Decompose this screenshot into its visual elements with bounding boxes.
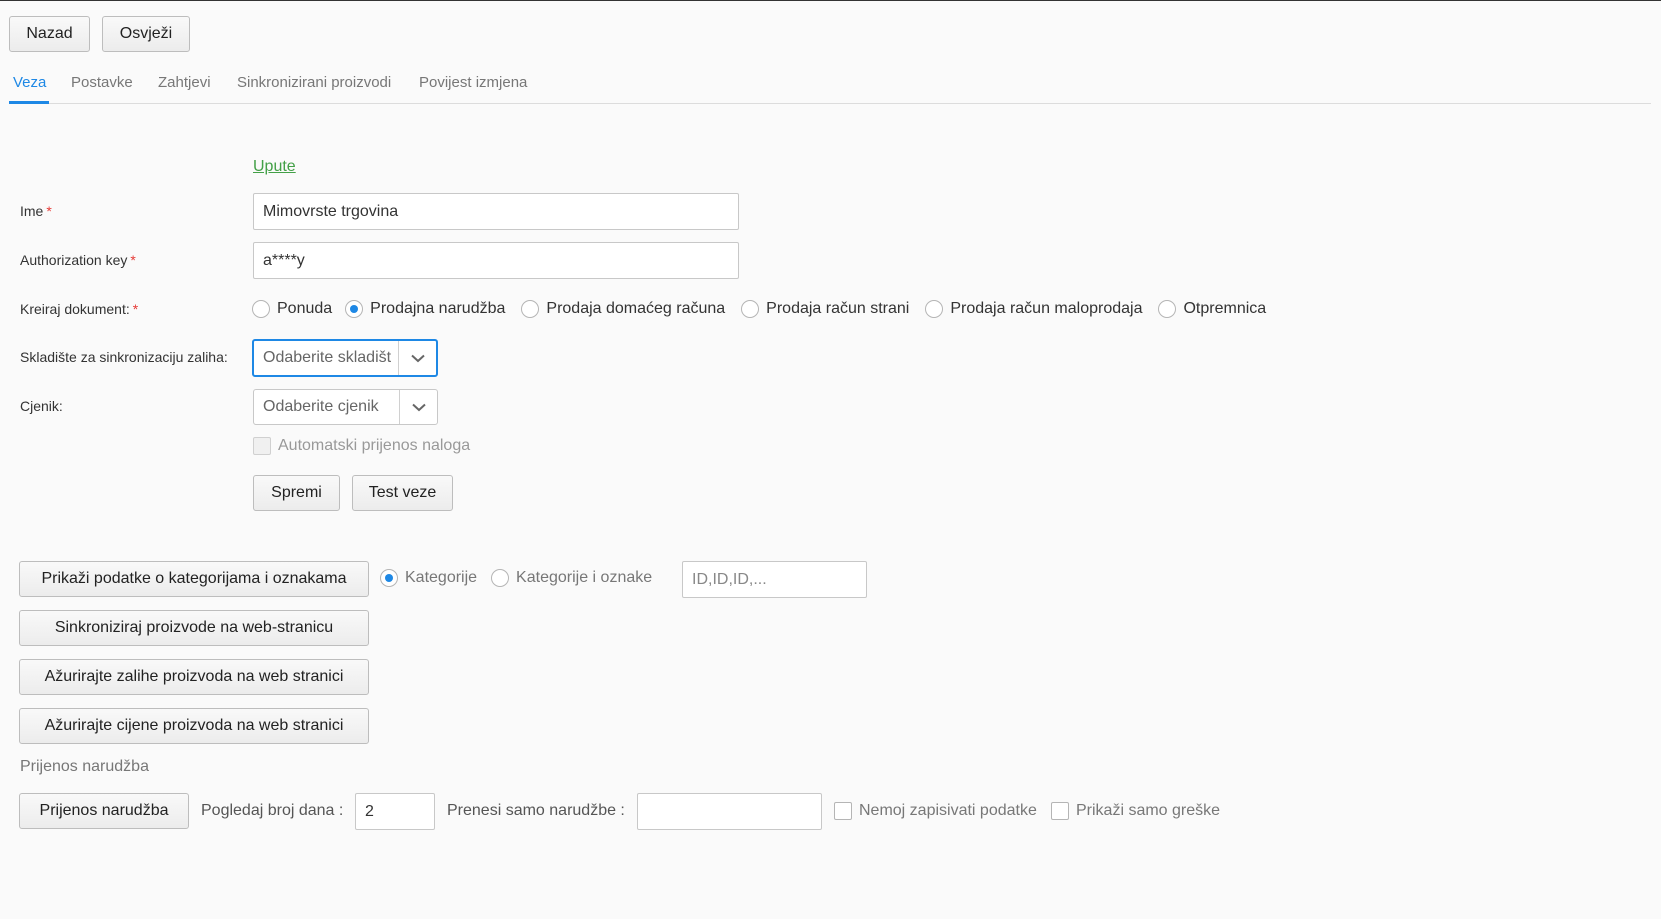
required-marker: * <box>132 301 139 317</box>
document-type-radios: Ponuda Prodajna narudžba Prodaja domaćeg… <box>252 300 1266 318</box>
radio-label: Prodaja domaćeg računa <box>546 300 726 317</box>
warehouse-select[interactable]: Odaberite skladišt <box>252 339 438 377</box>
tab-veza[interactable]: Veza <box>13 74 46 91</box>
sync-products-button[interactable]: Sinkroniziraj proizvode na web-stranicu <box>19 610 369 646</box>
update-prices-button[interactable]: Ažurirajte cijene proizvoda na web stran… <box>19 708 369 744</box>
radio-label: Ponuda <box>277 300 333 317</box>
radio-prodaja-racun-strani[interactable]: Prodaja račun strani <box>741 300 909 318</box>
radio-label: Prodajna narudžba <box>370 300 506 317</box>
radio-circle-icon <box>252 300 270 318</box>
test-connection-button[interactable]: Test veze <box>352 475 453 511</box>
active-tab-indicator <box>9 101 49 104</box>
required-marker: * <box>130 252 136 268</box>
no-write-label: Nemoj zapisivati podatke <box>859 802 1037 819</box>
days-input[interactable]: 2 <box>355 793 435 830</box>
warehouse-select-value: Odaberite skladišt <box>263 349 392 366</box>
radio-label: Kategorije i oznake <box>516 569 653 586</box>
radio-label: Prodaja račun strani <box>766 300 910 317</box>
refresh-button[interactable]: Osvježi <box>102 16 190 52</box>
ids-input[interactable]: ID,ID,ID,... <box>682 561 867 598</box>
required-marker: * <box>46 203 52 219</box>
category-mode-radios: Kategorije Kategorije i oznake <box>380 569 652 587</box>
tab-postavke[interactable]: Postavke <box>71 74 133 91</box>
only-orders-label: Prenesi samo narudžbe : <box>447 802 625 819</box>
no-write-checkbox-row[interactable]: Nemoj zapisivati podatke <box>834 802 1037 820</box>
auto-transfer-checkbox-row[interactable]: Automatski prijenos naloga <box>253 437 470 455</box>
document-type-label: Kreiraj dokument: * <box>20 301 139 317</box>
radio-circle-icon <box>521 300 540 318</box>
show-categories-button[interactable]: Prikaži podatke o kategorijama i oznakam… <box>19 561 369 597</box>
name-input[interactable]: Mimovrste trgovina <box>253 193 739 230</box>
top-border <box>0 0 1661 1</box>
only-orders-input[interactable] <box>637 793 822 830</box>
chevron-down-icon <box>398 341 436 375</box>
radio-selected-icon <box>345 300 364 318</box>
radio-kategorije[interactable]: Kategorije <box>380 569 477 587</box>
radio-label: Kategorije <box>405 569 478 586</box>
back-button[interactable]: Nazad <box>9 16 90 52</box>
days-label: Pogledaj broj dana : <box>201 802 344 819</box>
radio-circle-icon <box>741 300 760 318</box>
pricelist-select-value: Odaberite cjenik <box>263 398 379 415</box>
radio-circle-icon <box>491 569 510 587</box>
order-transfer-button[interactable]: Prijenos narudžba <box>19 793 189 829</box>
radio-otpremnica[interactable]: Otpremnica <box>1158 300 1266 318</box>
radio-circle-icon <box>1158 300 1177 318</box>
chevron-down-icon <box>399 390 437 424</box>
radio-circle-icon <box>925 300 944 318</box>
radio-label: Prodaja račun maloprodaja <box>950 300 1143 317</box>
radio-ponuda[interactable]: Ponuda <box>252 300 332 318</box>
checkbox-icon <box>253 437 271 455</box>
radio-prodajna-narudzba[interactable]: Prodajna narudžba <box>345 300 505 318</box>
tab-bar: Veza Postavke Zahtjevi Sinkronizirani pr… <box>9 70 1651 104</box>
checkbox-icon <box>834 802 852 820</box>
tab-zahtjevi[interactable]: Zahtjevi <box>158 74 211 91</box>
errors-only-checkbox-row[interactable]: Prikaži samo greške <box>1051 802 1220 820</box>
warehouse-label: Skladište za sinkronizaciju zaliha: <box>20 349 228 365</box>
auth-key-label: Authorization key * <box>20 252 136 268</box>
auth-key-input[interactable]: a****y <box>253 242 739 279</box>
errors-only-label: Prikaži samo greške <box>1076 802 1221 819</box>
radio-prodaja-domaceg-racuna[interactable]: Prodaja domaćeg računa <box>521 300 725 318</box>
auto-transfer-label: Automatski prijenos naloga <box>278 437 471 454</box>
pricelist-label: Cjenik: <box>20 398 63 414</box>
radio-prodaja-racun-maloprodaja[interactable]: Prodaja račun maloprodaja <box>925 300 1142 318</box>
radio-kategorije-i-oznake[interactable]: Kategorije i oznake <box>491 569 652 587</box>
tab-povijest-izmjena[interactable]: Povijest izmjena <box>419 74 527 91</box>
pricelist-select[interactable]: Odaberite cjenik <box>253 389 438 425</box>
radio-selected-icon <box>380 569 398 587</box>
tab-sinkronizirani-proizvodi[interactable]: Sinkronizirani proizvodi <box>237 74 391 91</box>
order-transfer-heading: Prijenos narudžba <box>20 758 149 775</box>
save-button[interactable]: Spremi <box>253 475 340 511</box>
name-label: Ime * <box>20 203 52 219</box>
instructions-link[interactable]: Upute <box>253 158 296 176</box>
radio-label: Otpremnica <box>1183 300 1267 317</box>
checkbox-icon <box>1051 802 1069 820</box>
update-stock-button[interactable]: Ažurirajte zalihe proizvoda na web stran… <box>19 659 369 695</box>
